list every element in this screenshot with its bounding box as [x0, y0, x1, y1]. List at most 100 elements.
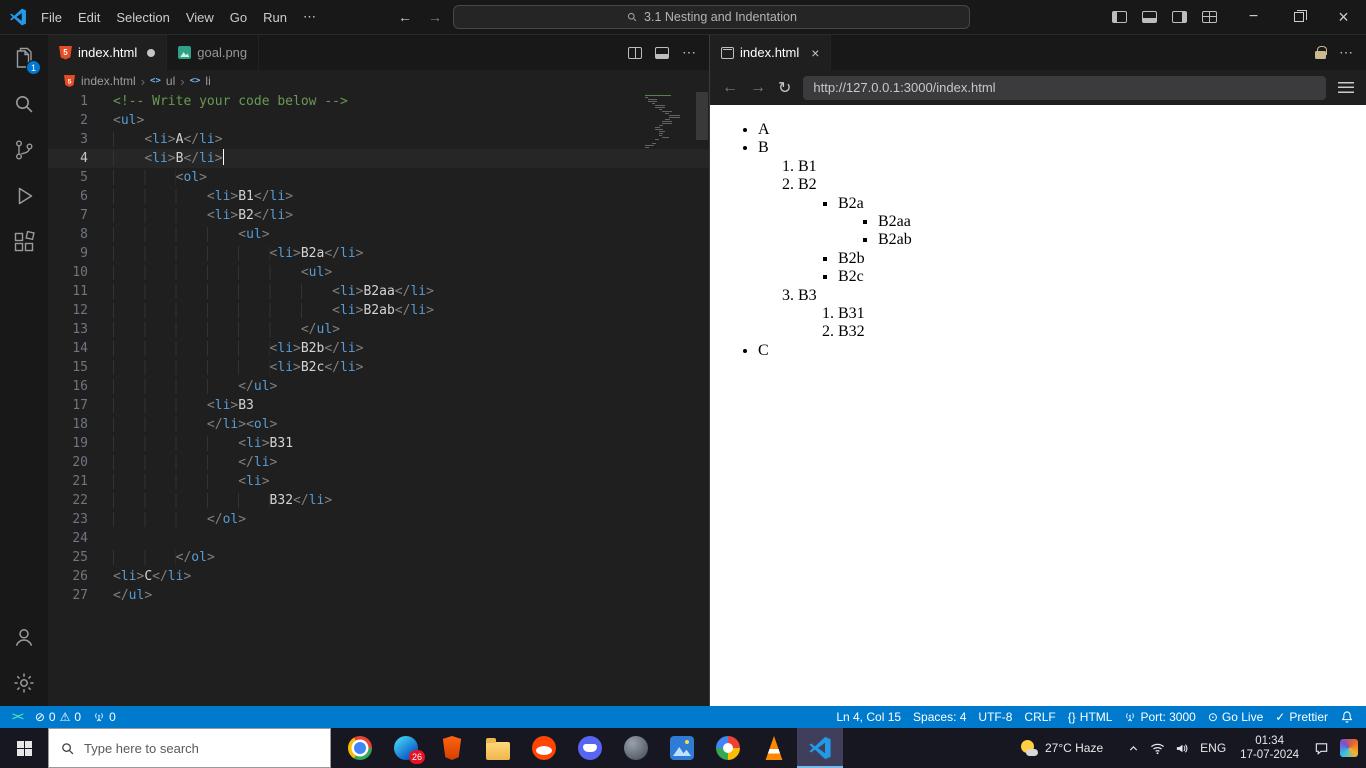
- code-line[interactable]: 16 </ul>: [48, 377, 709, 396]
- code-line[interactable]: 25 </ol>: [48, 548, 709, 567]
- status-port[interactable]: Port: 3000: [1118, 706, 1201, 728]
- line-number[interactable]: 9: [48, 244, 88, 263]
- app-chrome-button[interactable]: [337, 728, 383, 768]
- breadcrumb-item-ul[interactable]: ul: [166, 74, 175, 88]
- code-editor[interactable]: 1 <!-- Write your code below --> 2 <ul> 3 <l…: [48, 92, 709, 706]
- code-line[interactable]: 4 <li>B</li>: [48, 149, 709, 168]
- line-number[interactable]: 1: [48, 92, 88, 111]
- app-discord-button[interactable]: [567, 728, 613, 768]
- line-number[interactable]: 18: [48, 415, 88, 434]
- code-line[interactable]: 19 <li>B31: [48, 434, 709, 453]
- line-number[interactable]: 6: [48, 187, 88, 206]
- menu-go[interactable]: Go: [222, 7, 255, 28]
- code-line[interactable]: 23 </ol>: [48, 510, 709, 529]
- code-line[interactable]: 11 <li>B2aa</li>: [48, 282, 709, 301]
- line-number[interactable]: 8: [48, 225, 88, 244]
- app-edge-button[interactable]: 26: [383, 728, 429, 768]
- status-go-live[interactable]: ⊙ Go Live: [1202, 706, 1269, 728]
- more-actions-icon[interactable]: ⋯: [682, 44, 697, 61]
- remote-indicator[interactable]: ><: [6, 706, 29, 728]
- app-brave-button[interactable]: [429, 728, 475, 768]
- activity-run-debug-icon[interactable]: [0, 173, 48, 219]
- hamburger-menu-icon[interactable]: [1338, 82, 1354, 93]
- line-number[interactable]: 12: [48, 301, 88, 320]
- close-tab-icon[interactable]: ×: [811, 45, 819, 61]
- code-line[interactable]: 8 <ul>: [48, 225, 709, 244]
- ports-status[interactable]: 0: [87, 706, 122, 728]
- language-indicator[interactable]: ENG: [1200, 741, 1226, 755]
- line-number[interactable]: 23: [48, 510, 88, 529]
- activity-extensions-icon[interactable]: [0, 219, 48, 265]
- line-number[interactable]: 19: [48, 434, 88, 453]
- customize-layout-icon[interactable]: [1202, 11, 1217, 23]
- code-line[interactable]: 2 <ul>: [48, 111, 709, 130]
- code-line[interactable]: 6 <li>B1</li>: [48, 187, 709, 206]
- app-file-explorer-button[interactable]: [475, 728, 521, 768]
- back-arrow-icon[interactable]: ←: [398, 9, 412, 25]
- activity-explorer-icon[interactable]: 1: [0, 35, 48, 81]
- code-line[interactable]: 20 </li>: [48, 453, 709, 472]
- breadcrumb-item-li[interactable]: li: [205, 74, 210, 88]
- menu-view[interactable]: View: [178, 7, 222, 28]
- activity-search-icon[interactable]: [0, 81, 48, 127]
- url-input[interactable]: http://127.0.0.1:3000/index.html: [803, 75, 1326, 100]
- app-vlc-button[interactable]: [751, 728, 797, 768]
- menu-edit[interactable]: Edit: [70, 7, 108, 28]
- code-line[interactable]: 27 </ul>: [48, 586, 709, 605]
- line-number[interactable]: 10: [48, 263, 88, 282]
- status-cursor-position[interactable]: Ln 4, Col 15: [830, 706, 907, 728]
- code-line[interactable]: 5 <ol>: [48, 168, 709, 187]
- tab-index-html[interactable]: 5 index.html: [48, 35, 168, 70]
- code-line[interactable]: 13 </ul>: [48, 320, 709, 339]
- line-number[interactable]: 2: [48, 111, 88, 130]
- code-line[interactable]: 15 <li>B2c</li>: [48, 358, 709, 377]
- code-line[interactable]: 21 <li>: [48, 472, 709, 491]
- status-indentation[interactable]: Spaces: 4: [907, 706, 972, 728]
- restore-button[interactable]: [1276, 0, 1321, 34]
- activity-account-icon[interactable]: [0, 614, 48, 660]
- chevron-up-icon[interactable]: [1127, 742, 1140, 755]
- toggle-layout-icon[interactable]: [655, 46, 669, 59]
- line-number[interactable]: 24: [48, 529, 88, 548]
- line-number[interactable]: 25: [48, 548, 88, 567]
- status-encoding[interactable]: UTF-8: [972, 706, 1018, 728]
- browser-more-actions-icon[interactable]: ⋯: [1339, 44, 1354, 61]
- code-line[interactable]: 3 <li>A</li>: [48, 130, 709, 149]
- line-number[interactable]: 4: [48, 149, 88, 168]
- code-line[interactable]: 24: [48, 529, 709, 548]
- action-center-icon[interactable]: [1313, 741, 1330, 756]
- line-number[interactable]: 7: [48, 206, 88, 225]
- app-vscode-button[interactable]: [797, 728, 843, 768]
- tab-browser-index-html[interactable]: index.html ×: [710, 35, 832, 70]
- app-google-button[interactable]: [705, 728, 751, 768]
- speaker-icon[interactable]: [1175, 741, 1190, 756]
- wifi-icon[interactable]: [1150, 741, 1165, 756]
- code-line[interactable]: 9 <li>B2a</li>: [48, 244, 709, 263]
- command-center[interactable]: 3.1 Nesting and Indentation: [453, 5, 970, 29]
- minimap[interactable]: [645, 95, 693, 149]
- toggle-sidebar-icon[interactable]: [1112, 11, 1127, 23]
- menu-file[interactable]: File: [33, 7, 70, 28]
- app-github-desktop-button[interactable]: [613, 728, 659, 768]
- status-eol[interactable]: CRLF: [1018, 706, 1061, 728]
- tray-app-icon[interactable]: [1340, 739, 1358, 757]
- line-number[interactable]: 16: [48, 377, 88, 396]
- line-number[interactable]: 27: [48, 586, 88, 605]
- line-number[interactable]: 20: [48, 453, 88, 472]
- code-line[interactable]: 22 B32</li>: [48, 491, 709, 510]
- taskbar-clock[interactable]: 01:34 17-07-2024: [1236, 734, 1303, 763]
- close-button[interactable]: ×: [1321, 0, 1366, 34]
- problems-status[interactable]: ⊘ 0 ⚠ 0: [29, 706, 87, 728]
- split-editor-icon[interactable]: [628, 46, 642, 59]
- line-number[interactable]: 17: [48, 396, 88, 415]
- menu-more-icon[interactable]: ⋯: [295, 6, 324, 28]
- weather-widget[interactable]: 27°C Haze: [1020, 739, 1103, 757]
- start-button[interactable]: [0, 728, 48, 768]
- forward-arrow-icon[interactable]: →: [428, 9, 442, 25]
- code-line[interactable]: 17 <li>B3: [48, 396, 709, 415]
- line-number[interactable]: 15: [48, 358, 88, 377]
- menu-run[interactable]: Run: [255, 7, 295, 28]
- status-prettier[interactable]: ✓ Prettier: [1269, 706, 1334, 728]
- breadcrumb-item-index-html[interactable]: index.html: [81, 74, 136, 88]
- browser-reload-icon[interactable]: ↻: [778, 78, 791, 98]
